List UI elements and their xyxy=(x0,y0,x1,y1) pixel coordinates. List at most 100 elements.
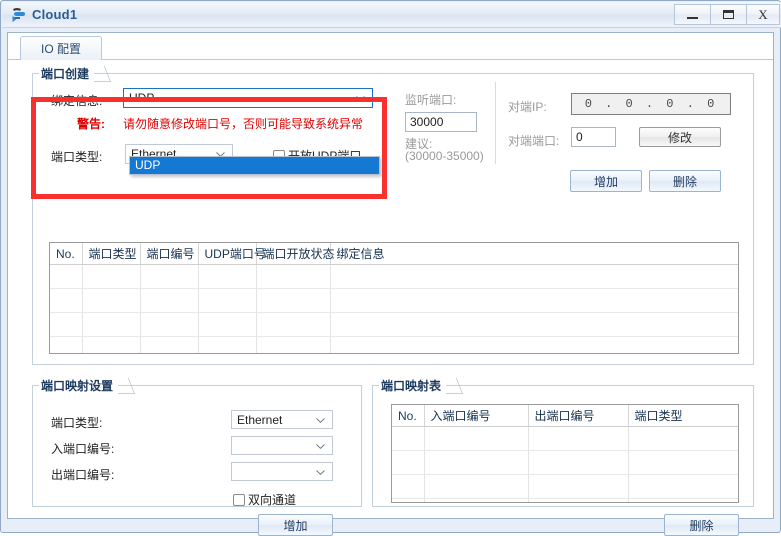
mapping-out-port-label: 出端口编号: xyxy=(51,468,115,482)
table-row[interactable] xyxy=(392,498,738,502)
table-cell xyxy=(392,474,425,499)
table-cell xyxy=(198,336,257,353)
table-cell xyxy=(140,288,199,313)
mapping-in-port-combobox[interactable] xyxy=(231,436,333,455)
table-cell xyxy=(82,312,141,337)
table-cell xyxy=(198,264,257,289)
mapping-port-type-label: 端口类型: xyxy=(51,416,103,430)
binding-info-label: 绑定信息: xyxy=(51,94,103,108)
table-row[interactable] xyxy=(50,336,738,353)
table-cell xyxy=(392,450,425,475)
mapping-port-type-combobox[interactable]: Ethernet xyxy=(231,410,333,429)
table-cell xyxy=(82,288,141,313)
table-cell xyxy=(528,474,629,499)
table-cell xyxy=(628,426,738,451)
table-row[interactable] xyxy=(392,450,738,475)
maximize-button[interactable] xyxy=(710,4,746,25)
mapping-table-header-row: No. 入端口编号 出端口编号 端口类型 xyxy=(392,405,738,427)
mapping-col-port-type: 端口类型 xyxy=(628,405,738,427)
table-cell xyxy=(82,264,141,289)
table-cell xyxy=(628,450,738,475)
port-col-udp-port: UDP端口号 xyxy=(198,243,266,265)
table-cell xyxy=(330,312,738,337)
mapping-table[interactable]: No. 入端口编号 出端口编号 端口类型 xyxy=(391,404,739,503)
mapping-table-group: 端口映射表 No. 入端口编号 出端口编号 端口类型 删除 xyxy=(372,377,754,536)
table-cell xyxy=(198,288,257,313)
table-cell xyxy=(528,426,629,451)
port-table[interactable]: No. 端口类型 端口编号 UDP端口号 端口开放状态 绑定信息 xyxy=(49,242,739,354)
suggest-range: (30000-35000) xyxy=(405,149,484,163)
modify-button[interactable]: 修改 xyxy=(639,127,721,147)
peer-panel: 对端IP: 0 . 0 . 0 . 0 对端端口: 0 修改 xyxy=(495,82,741,164)
close-button[interactable]: X xyxy=(746,4,780,25)
tab-io-config[interactable]: IO 配置 xyxy=(20,36,102,60)
port-type-label: 端口类型: xyxy=(51,150,103,164)
application-window: Cloud1 X IO 配置 端口创建 绑定信息: UDP 警告: 请勿随意修改… xyxy=(0,0,781,536)
mapping-col-no: No. xyxy=(392,405,425,427)
mapping-settings-group-title: 端口映射设置 xyxy=(39,377,119,394)
minimize-button[interactable] xyxy=(674,4,710,25)
mapping-in-port-label: 入端口编号: xyxy=(51,442,115,456)
mapping-out-port-combobox[interactable] xyxy=(231,462,333,481)
cloud-arrow-icon xyxy=(10,6,28,24)
table-cell xyxy=(140,264,199,289)
chevron-down-icon xyxy=(316,469,325,475)
table-row[interactable] xyxy=(50,312,738,337)
port-create-group: 端口创建 绑定信息: UDP 警告: 请勿随意修改端口号，否则可能导致系统异常 … xyxy=(32,65,754,365)
peer-port-label: 对端端口: xyxy=(508,134,560,148)
table-row[interactable] xyxy=(50,264,738,289)
minimize-icon xyxy=(687,17,698,19)
table-row[interactable] xyxy=(392,474,738,499)
table-cell xyxy=(256,312,331,337)
binding-info-combobox[interactable]: UDP xyxy=(123,88,373,108)
listen-port-input[interactable]: 30000 xyxy=(405,112,477,132)
modify-button-label: 修改 xyxy=(667,130,692,145)
window-title: Cloud1 xyxy=(32,7,78,22)
peer-ip-value: 0 . 0 . 0 . 0 xyxy=(584,97,718,111)
peer-port-input[interactable]: 0 xyxy=(571,127,616,147)
table-row[interactable] xyxy=(392,426,738,451)
port-col-binding-info: 绑定信息 xyxy=(330,243,738,265)
table-cell xyxy=(330,264,738,289)
mapping-table-body xyxy=(392,426,738,502)
table-cell xyxy=(628,498,738,502)
mapping-delete-button-label: 删除 xyxy=(689,518,714,533)
delete-port-button[interactable]: 删除 xyxy=(649,170,721,192)
port-table-body xyxy=(50,264,738,353)
table-cell xyxy=(50,264,83,289)
table-cell xyxy=(140,336,199,353)
port-col-port-number: 端口编号 xyxy=(140,243,199,265)
port-col-no: No. xyxy=(50,243,83,265)
table-cell xyxy=(140,312,199,337)
client-area: IO 配置 端口创建 绑定信息: UDP 警告: 请勿随意修改端口号，否则可能导… xyxy=(7,32,774,536)
port-col-port-type: 端口类型 xyxy=(82,243,141,265)
table-cell xyxy=(50,312,83,337)
title-bar: Cloud1 X xyxy=(2,2,781,28)
table-cell xyxy=(424,474,529,499)
peer-ip-input[interactable]: 0 . 0 . 0 . 0 xyxy=(571,93,731,115)
binding-info-dropdown-list[interactable]: UDP xyxy=(129,156,380,175)
peer-ip-label: 对端IP: xyxy=(508,100,547,114)
mapping-col-in-port: 入端口编号 xyxy=(424,405,529,427)
delete-port-button-label: 删除 xyxy=(672,174,697,189)
table-cell xyxy=(424,426,529,451)
table-cell xyxy=(330,288,738,313)
bidirectional-channel-checkbox[interactable]: 双向通道 xyxy=(233,491,296,508)
warning-label: 警告: xyxy=(77,117,105,131)
table-cell xyxy=(256,336,331,353)
add-port-button[interactable]: 增加 xyxy=(570,170,642,192)
mapping-add-button-label: 增加 xyxy=(283,518,308,533)
chevron-down-icon xyxy=(316,443,325,449)
maximize-icon xyxy=(723,10,734,19)
table-cell xyxy=(256,264,331,289)
dropdown-option-udp[interactable]: UDP xyxy=(130,157,379,174)
table-cell xyxy=(256,288,331,313)
table-cell xyxy=(628,474,738,499)
tab-strip: IO 配置 xyxy=(8,33,773,60)
listen-port-label: 监听端口: xyxy=(405,93,457,107)
mapping-port-type-value: Ethernet xyxy=(237,412,283,427)
table-cell xyxy=(528,498,629,502)
table-cell xyxy=(392,426,425,451)
table-cell xyxy=(528,450,629,475)
table-row[interactable] xyxy=(50,288,738,313)
